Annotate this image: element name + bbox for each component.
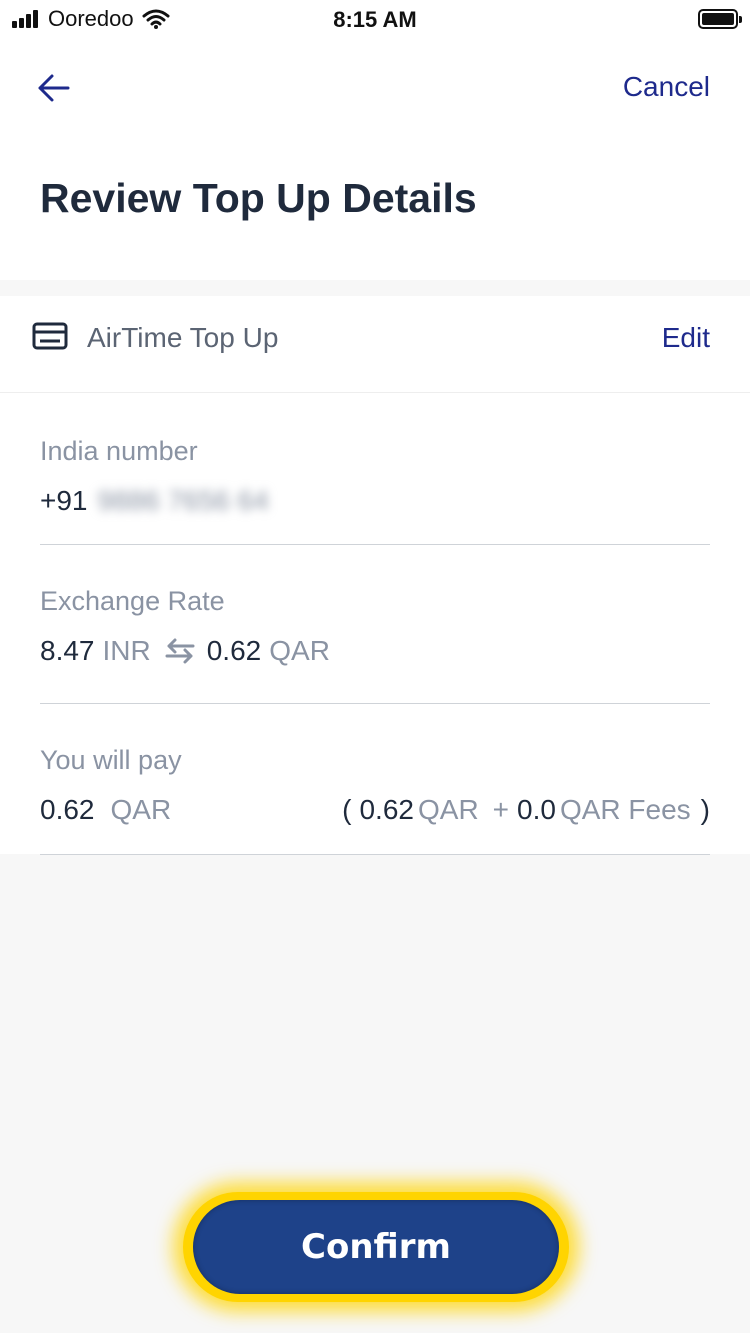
back-arrow-icon[interactable] [36, 70, 72, 106]
plus-sign: + [492, 794, 510, 825]
status-bar: Ooredoo 8:15 AM [0, 0, 750, 40]
india-number-label: India number [40, 436, 198, 466]
india-number-row: India number +91 9886 7656 64 [40, 436, 710, 545]
phone-number-masked: 9886 7656 64 [97, 485, 269, 516]
you-will-pay-value: 0.62 QAR ( 0.62 QAR + 0.0 QAR Fees ) [40, 794, 710, 826]
breakdown-open: ( [342, 794, 352, 825]
battery-icon [698, 9, 742, 29]
exchange-rate-row: Exchange Rate 8.47 INR 0.62 QAR [40, 586, 710, 704]
page-title: Review Top Up Details [40, 175, 477, 221]
exchange-rate-value: 8.47 INR 0.62 QAR [40, 635, 710, 667]
header: Cancel Review Top Up Details [0, 40, 750, 280]
fee-label: QAR Fees [559, 794, 691, 825]
breakdown-close: ) [700, 794, 710, 825]
fee-amount: 0.0 [517, 794, 556, 825]
confirm-button[interactable]: Confirm [193, 1200, 559, 1294]
india-number-value: +91 9886 7656 64 [40, 485, 710, 517]
from-amount: 8.47 [40, 635, 95, 666]
card-header: AirTime Top Up Edit [0, 296, 750, 393]
you-will-pay-label: You will pay [40, 745, 182, 775]
to-amount: 0.62 [206, 635, 262, 666]
edit-button[interactable]: Edit [662, 322, 710, 354]
status-time: 8:15 AM [333, 7, 417, 32]
cancel-button[interactable]: Cancel [623, 71, 710, 103]
card-icon [32, 322, 68, 350]
confirm-highlight: Confirm [183, 1192, 569, 1302]
fee-breakdown: ( 0.62 QAR + 0.0 QAR Fees ) [342, 794, 710, 826]
country-code: +91 [40, 485, 88, 516]
pay-currency: QAR [110, 794, 172, 825]
breakdown-currency: QAR [417, 794, 479, 825]
card-title: AirTime Top Up [87, 322, 279, 353]
to-currency: QAR [269, 635, 330, 666]
you-will-pay-row: You will pay 0.62 QAR ( 0.62 QAR + 0.0 Q… [40, 745, 710, 855]
swap-arrows-icon [165, 638, 195, 664]
exchange-rate-label: Exchange Rate [40, 586, 225, 616]
pay-amount: 0.62 [40, 794, 95, 825]
breakdown-amount: 0.62 [359, 794, 414, 825]
from-currency: INR [102, 635, 151, 666]
top-up-details-card: AirTime Top Up Edit India number +91 988… [0, 296, 750, 855]
